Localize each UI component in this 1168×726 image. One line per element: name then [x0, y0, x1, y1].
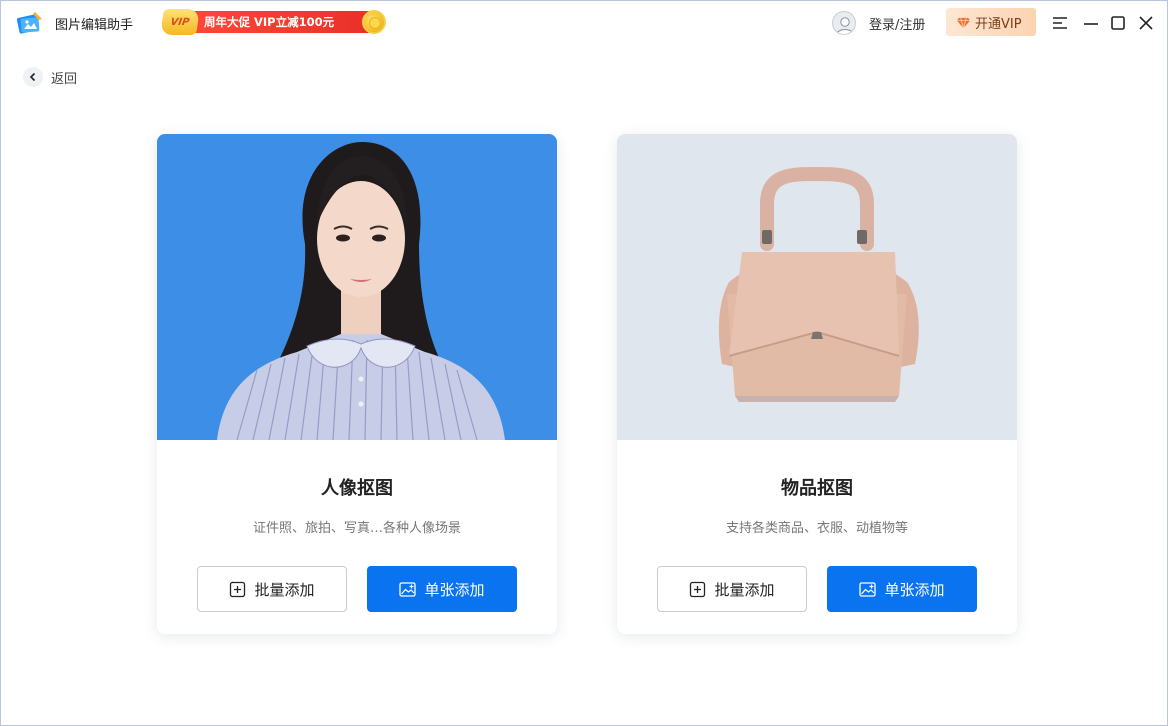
add-square-icon — [690, 581, 706, 597]
card-title: 物品抠图 — [781, 478, 853, 499]
batch-add-button[interactable]: 批量添加 — [197, 566, 347, 612]
card-title: 人像抠图 — [321, 478, 393, 499]
batch-add-label: 批量添加 — [254, 580, 315, 599]
open-vip-button[interactable]: 开通VIP — [946, 8, 1036, 36]
back-button[interactable]: 返回 — [23, 67, 77, 87]
single-add-label: 单张添加 — [884, 580, 945, 599]
card-subtitle: 证件照、旅拍、写真…各种人像场景 — [252, 521, 461, 536]
single-add-button[interactable]: 单张添加 — [827, 566, 977, 612]
image-add-icon — [859, 581, 877, 597]
maximize-icon[interactable] — [1108, 13, 1128, 33]
card-subtitle: 支持各类商品、衣服、动植物等 — [725, 521, 908, 536]
single-add-label: 单张添加 — [424, 580, 485, 599]
image-add-icon — [399, 581, 417, 597]
minimize-icon[interactable] — [1081, 13, 1101, 33]
close-icon[interactable] — [1136, 13, 1156, 33]
promo-vip-badge: VIP — [160, 9, 200, 35]
product-sample-image — [617, 134, 1017, 440]
app-window: 图片编辑助手 VIP 周年大促 VIP立减100元 登录/注册 开通VIP 返回… — [0, 0, 1168, 726]
single-add-button[interactable]: 单张添加 — [367, 566, 517, 612]
chevron-left-icon — [23, 67, 43, 87]
app-logo-icon — [16, 12, 42, 34]
batch-add-button[interactable]: 批量添加 — [657, 566, 807, 612]
menu-icon[interactable] — [1050, 13, 1070, 33]
avatar-icon[interactable] — [832, 11, 856, 35]
login-register-link[interactable]: 登录/注册 — [869, 14, 925, 33]
diamond-icon — [956, 17, 971, 30]
promo-banner[interactable]: VIP 周年大促 VIP立减100元 — [160, 8, 386, 36]
promo-text: 周年大促 VIP立减100元 — [204, 15, 335, 29]
portrait-sample-image — [157, 134, 557, 440]
portrait-cutout-card: 人像抠图 证件照、旅拍、写真…各种人像场景 批量添加 单张添加 — [157, 134, 557, 634]
back-label: 返回 — [51, 71, 78, 87]
app-title: 图片编辑助手 — [55, 18, 134, 33]
open-vip-label: 开通VIP — [975, 16, 1022, 32]
add-square-icon — [230, 581, 246, 597]
title-bar: 图片编辑助手 VIP 周年大促 VIP立减100元 登录/注册 开通VIP — [1, 1, 1167, 45]
batch-add-label: 批量添加 — [714, 580, 775, 599]
coin-icon — [362, 10, 386, 34]
product-cutout-card: 物品抠图 支持各类商品、衣服、动植物等 批量添加 单张添加 — [617, 134, 1017, 634]
